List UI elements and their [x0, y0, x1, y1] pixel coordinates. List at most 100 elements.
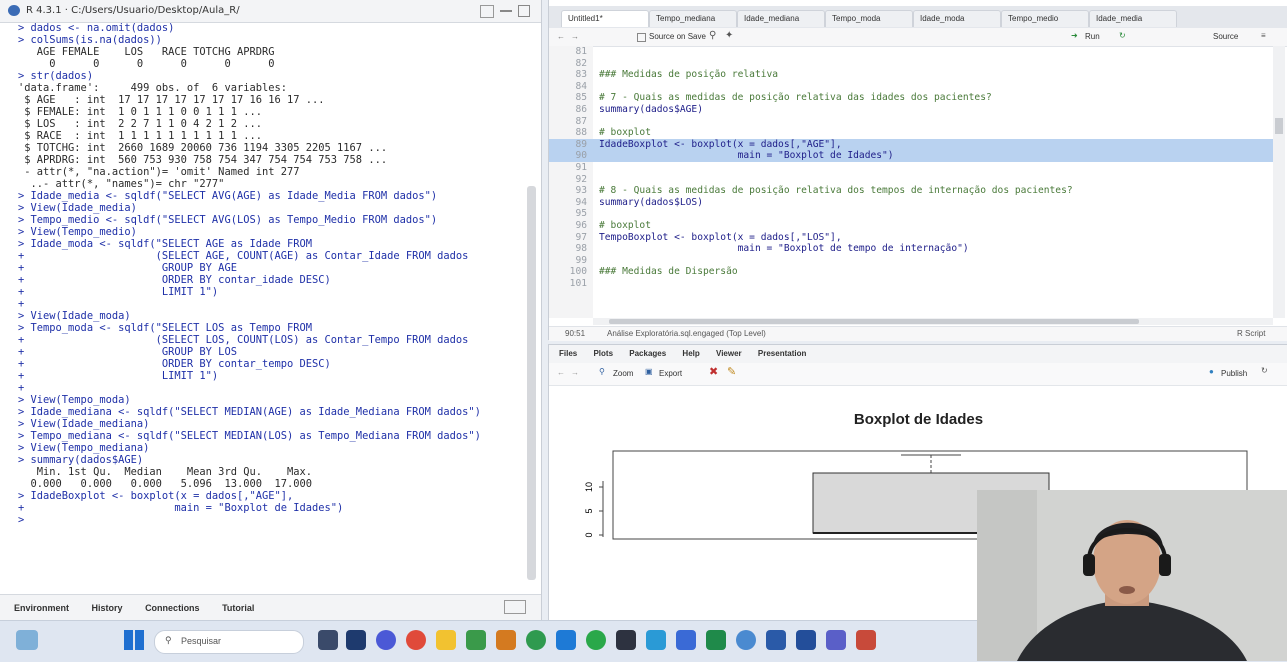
- code-line[interactable]: 93 # 8 - Quais as medidas de posição rela…: [549, 185, 1273, 197]
- rstudio-icon[interactable]: [736, 630, 756, 650]
- chat-icon[interactable]: [376, 630, 396, 650]
- taskbar-app-icon[interactable]: [586, 630, 606, 650]
- taskbar-app-icon[interactable]: [466, 630, 486, 650]
- taskbar-search-box[interactable]: ⚲ Pesquisar: [154, 630, 304, 654]
- publish-icon[interactable]: ●: [1209, 367, 1214, 376]
- y-tick-label-0: 0: [584, 532, 594, 537]
- tab-viewer[interactable]: Viewer: [716, 349, 742, 358]
- tab-files[interactable]: Files: [559, 349, 577, 358]
- back-arrow-icon[interactable]: ←: [557, 32, 565, 41]
- search-icon[interactable]: ⚲: [709, 30, 716, 41]
- taskbar-app-icon[interactable]: [796, 630, 816, 650]
- editor-tab[interactable]: Untitled1*: [561, 10, 649, 27]
- export-icon[interactable]: ▣: [645, 367, 653, 376]
- code-line[interactable]: 88 # boxplot: [549, 127, 1273, 139]
- console-line: $ APRDRG: int 560 753 930 758 754 347 75…: [18, 154, 388, 166]
- code-line[interactable]: 82: [549, 58, 1273, 70]
- file-explorer-icon[interactable]: [436, 630, 456, 650]
- tab-help[interactable]: Help: [682, 349, 699, 358]
- taskbar-app-icon[interactable]: [616, 630, 636, 650]
- code-line[interactable]: 87: [549, 116, 1273, 128]
- editor-tab[interactable]: Tempo_mediana: [649, 10, 737, 27]
- line-number: 85: [575, 92, 587, 104]
- taskbar-app-icon[interactable]: [496, 630, 516, 650]
- code-line[interactable]: 96 # boxplot: [549, 220, 1273, 232]
- scope-label[interactable]: Análise Exploratória.sql.engaged (Top Le…: [607, 329, 766, 338]
- run-arrow-icon[interactable]: ➜: [1071, 31, 1078, 40]
- code-line[interactable]: 101: [549, 278, 1273, 290]
- code-line[interactable]: 85 # 7 - Quais as medidas de posição rela…: [549, 92, 1273, 104]
- code-line[interactable]: 97 TempoBoxplot <- boxplot(x = dados[,"LO…: [549, 232, 1273, 244]
- editor-tab[interactable]: Tempo_medio: [1001, 10, 1089, 27]
- forward-arrow-icon[interactable]: →: [571, 368, 579, 377]
- code-line[interactable]: 98 main = "Boxplot de tempo de internaçã…: [549, 243, 1273, 255]
- code-editor[interactable]: 81 82 83 ### Medidas de posição relativa 84 8…: [549, 46, 1273, 318]
- back-arrow-icon[interactable]: ←: [557, 368, 565, 377]
- tab-tutorial[interactable]: Tutorial: [222, 603, 254, 613]
- code-text: # 7 - Quais as medidas de posição relati…: [599, 92, 992, 104]
- tab-connections[interactable]: Connections: [145, 603, 200, 613]
- zoom-button[interactable]: Zoom: [613, 369, 633, 378]
- code-line[interactable]: 81: [549, 46, 1273, 58]
- source-pane: Untitled1* Tempo_mediana Idade_mediana Temp…: [548, 0, 1287, 341]
- source-on-save-label: Source on Save: [649, 32, 706, 41]
- taskbar-app-icon[interactable]: [856, 630, 876, 650]
- editor-tab[interactable]: Idade_media: [1089, 10, 1177, 27]
- editor-vertical-scrollbar[interactable]: [1273, 46, 1285, 318]
- code-line[interactable]: 89 IdadeBoxplot <- boxplot(x = dados[,"AG…: [549, 138, 1273, 151]
- code-line[interactable]: 94 summary(dados$LOS): [549, 197, 1273, 209]
- chrome-icon[interactable]: [406, 630, 426, 650]
- run-button[interactable]: Run: [1085, 32, 1100, 41]
- wand-icon[interactable]: ✦: [725, 30, 733, 41]
- code-line[interactable]: 91: [549, 162, 1273, 174]
- taskbar-app-icon[interactable]: [646, 630, 666, 650]
- code-line[interactable]: 84: [549, 81, 1273, 93]
- taskbar-app-icon[interactable]: [766, 630, 786, 650]
- tab-plots[interactable]: Plots: [593, 349, 613, 358]
- minimize-icon[interactable]: [500, 10, 512, 12]
- code-line[interactable]: 99: [549, 255, 1273, 267]
- file-type-label[interactable]: R Script: [1237, 329, 1265, 338]
- source-button[interactable]: Source: [1213, 32, 1238, 41]
- tab-history[interactable]: History: [92, 603, 123, 613]
- code-text: summary(dados$LOS): [599, 196, 703, 208]
- console-clear-icon[interactable]: [480, 5, 494, 18]
- broom-icon[interactable]: ✎: [727, 365, 736, 378]
- maximize-icon[interactable]: [518, 5, 530, 17]
- start-windows-icon[interactable]: [124, 630, 144, 650]
- code-line[interactable]: 92: [549, 174, 1273, 186]
- rerun-icon[interactable]: ↻: [1119, 31, 1126, 40]
- remove-plot-icon[interactable]: ✖: [709, 365, 718, 378]
- code-line[interactable]: 83 ### Medidas de posição relativa: [549, 69, 1273, 81]
- source-on-save-checkbox[interactable]: [637, 33, 646, 42]
- console-scrollbar[interactable]: [527, 186, 536, 580]
- task-view-icon[interactable]: [318, 630, 338, 650]
- code-line[interactable]: 86 summary(dados$AGE): [549, 104, 1273, 116]
- editor-tab[interactable]: Tempo_moda: [825, 10, 913, 27]
- outline-icon[interactable]: ≡: [1261, 31, 1266, 40]
- editor-vertical-scroll-thumb[interactable]: [1275, 118, 1283, 134]
- tab-environment[interactable]: Environment: [14, 603, 69, 613]
- code-line[interactable]: 90 main = "Boxplot de Idades"): [549, 150, 1273, 162]
- editor-tab[interactable]: Idade_moda: [913, 10, 1001, 27]
- tab-presentation[interactable]: Presentation: [758, 349, 806, 358]
- excel-icon[interactable]: [706, 630, 726, 650]
- widgets-icon[interactable]: [16, 630, 38, 650]
- taskbar-app-icon[interactable]: [676, 630, 696, 650]
- refresh-icon[interactable]: ↻: [1261, 366, 1268, 375]
- chrome-icon[interactable]: [526, 630, 546, 650]
- teams-icon[interactable]: [826, 630, 846, 650]
- tab-packages[interactable]: Packages: [629, 349, 666, 358]
- editor-horizontal-scroll-thumb[interactable]: [609, 319, 1139, 324]
- taskbar-app-icon[interactable]: [346, 630, 366, 650]
- editor-tab[interactable]: Idade_mediana: [737, 10, 825, 27]
- publish-button[interactable]: Publish: [1221, 369, 1247, 378]
- export-button[interactable]: Export: [659, 369, 682, 378]
- console-output[interactable]: > dados <- na.omit(dados) > colSums(is.na…: [18, 22, 523, 584]
- vscode-icon[interactable]: [556, 630, 576, 650]
- code-line[interactable]: 95: [549, 208, 1273, 220]
- pane-layout-icon[interactable]: [504, 600, 526, 614]
- code-line[interactable]: 100 ### Medidas de Dispersão: [549, 266, 1273, 278]
- zoom-icon[interactable]: ⚲: [599, 367, 605, 376]
- forward-arrow-icon[interactable]: →: [571, 32, 579, 41]
